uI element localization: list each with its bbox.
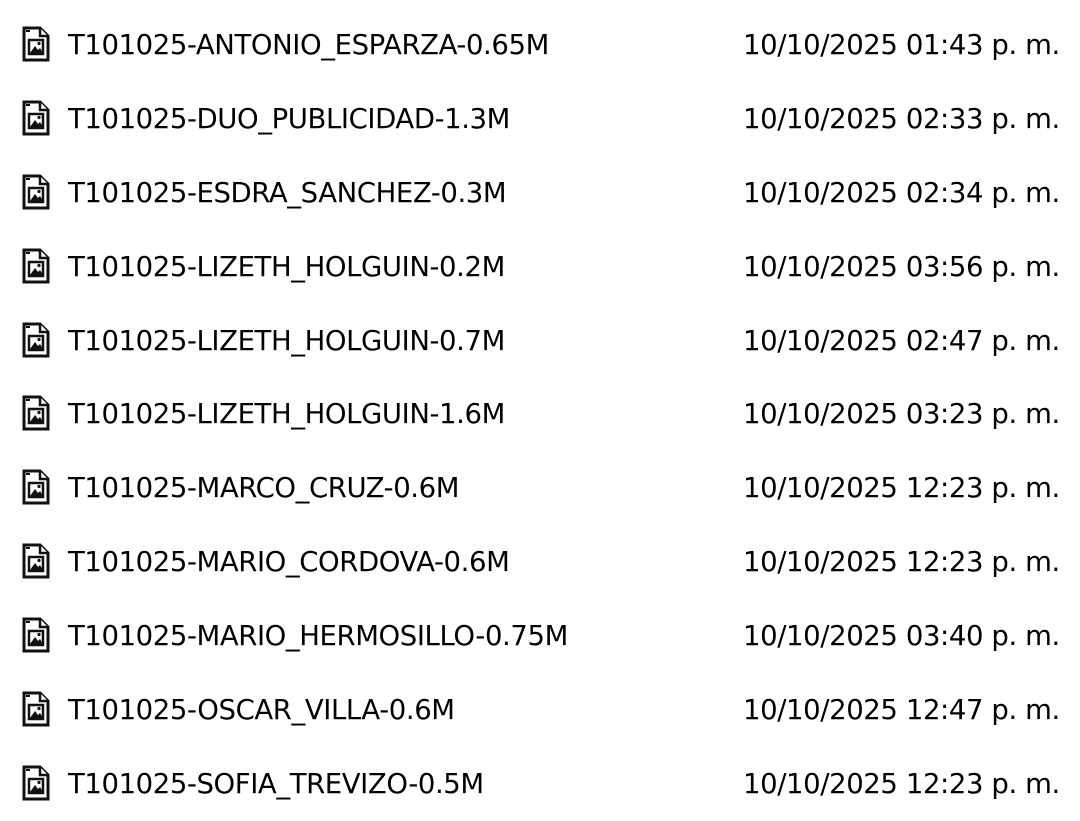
image-file-icon[interactable]: [21, 174, 51, 210]
file-date-modified: 10/10/2025 12:23 p. m.: [743, 546, 1060, 579]
file-date-modified: 10/10/2025 01:43 p. m.: [743, 29, 1060, 61]
image-file-icon[interactable]: [21, 765, 51, 801]
file-name[interactable]: T101025-ESDRA_SANCHEZ-0.3M: [68, 156, 507, 230]
file-row[interactable]: T101025-ESDRA_SANCHEZ-0.3M 10/10/2025 02…: [0, 156, 1080, 230]
image-file-icon[interactable]: [21, 100, 51, 136]
file-name[interactable]: T101025-ANTONIO_ESPARZA-0.65M: [68, 8, 549, 82]
image-file-icon[interactable]: [21, 395, 51, 431]
file-date-modified: 10/10/2025 03:56 p. m.: [743, 250, 1060, 283]
file-row[interactable]: T101025-OSCAR_VILLA-0.6M 10/10/2025 12:4…: [0, 673, 1080, 747]
file-row[interactable]: T101025-LIZETH_HOLGUIN-1.6M 10/10/2025 0…: [0, 377, 1080, 451]
file-name[interactable]: T101025-LIZETH_HOLGUIN-0.2M: [68, 230, 505, 304]
file-name[interactable]: T101025-LIZETH_HOLGUIN-1.6M: [68, 377, 505, 451]
file-name[interactable]: T101025-SOFIA_TREVIZO-0.5M: [68, 747, 484, 821]
image-file-icon[interactable]: [21, 26, 51, 62]
image-file-icon[interactable]: [21, 469, 51, 505]
file-row[interactable]: T101025-LIZETH_HOLGUIN-0.7M 10/10/2025 0…: [0, 304, 1080, 378]
file-name[interactable]: T101025-MARIO_CORDOVA-0.6M: [68, 525, 510, 599]
file-list: T101025-ANTONIO_ESPARZA-0.65M 10/10/2025…: [0, 8, 1080, 821]
image-file-icon[interactable]: [21, 617, 51, 653]
image-file-icon[interactable]: [21, 543, 51, 579]
file-row[interactable]: T101025-ANTONIO_ESPARZA-0.65M 10/10/2025…: [0, 8, 1080, 82]
file-row[interactable]: T101025-MARCO_CRUZ-0.6M 10/10/2025 12:23…: [0, 451, 1080, 525]
file-row[interactable]: T101025-DUO_PUBLICIDAD-1.3M 10/10/2025 0…: [0, 82, 1080, 156]
file-date-modified: 10/10/2025 12:47 p. m.: [743, 694, 1060, 727]
file-name[interactable]: T101025-LIZETH_HOLGUIN-0.7M: [68, 304, 505, 378]
file-date-modified: 10/10/2025 02:33 p. m.: [743, 102, 1060, 135]
file-name[interactable]: T101025-MARCO_CRUZ-0.6M: [68, 451, 459, 525]
file-row[interactable]: T101025-SOFIA_TREVIZO-0.5M 10/10/2025 12…: [0, 747, 1080, 821]
file-date-modified: 10/10/2025 03:23 p. m.: [743, 398, 1060, 431]
file-name[interactable]: T101025-OSCAR_VILLA-0.6M: [68, 673, 455, 747]
file-name[interactable]: T101025-DUO_PUBLICIDAD-1.3M: [68, 82, 510, 156]
file-row[interactable]: T101025-MARIO_CORDOVA-0.6M 10/10/2025 12…: [0, 525, 1080, 599]
file-date-modified: 10/10/2025 12:23 p. m.: [743, 472, 1060, 505]
file-row[interactable]: T101025-MARIO_HERMOSILLO-0.75M 10/10/202…: [0, 599, 1080, 673]
file-name[interactable]: T101025-MARIO_HERMOSILLO-0.75M: [68, 599, 568, 673]
image-file-icon[interactable]: [21, 322, 51, 358]
image-file-icon[interactable]: [21, 691, 51, 727]
file-date-modified: 10/10/2025 12:23 p. m.: [743, 767, 1060, 800]
file-date-modified: 10/10/2025 02:47 p. m.: [743, 324, 1060, 357]
file-date-modified: 10/10/2025 03:40 p. m.: [743, 620, 1060, 653]
file-date-modified: 10/10/2025 02:34 p. m.: [743, 176, 1060, 209]
file-row[interactable]: T101025-LIZETH_HOLGUIN-0.2M 10/10/2025 0…: [0, 230, 1080, 304]
image-file-icon[interactable]: [21, 248, 51, 284]
